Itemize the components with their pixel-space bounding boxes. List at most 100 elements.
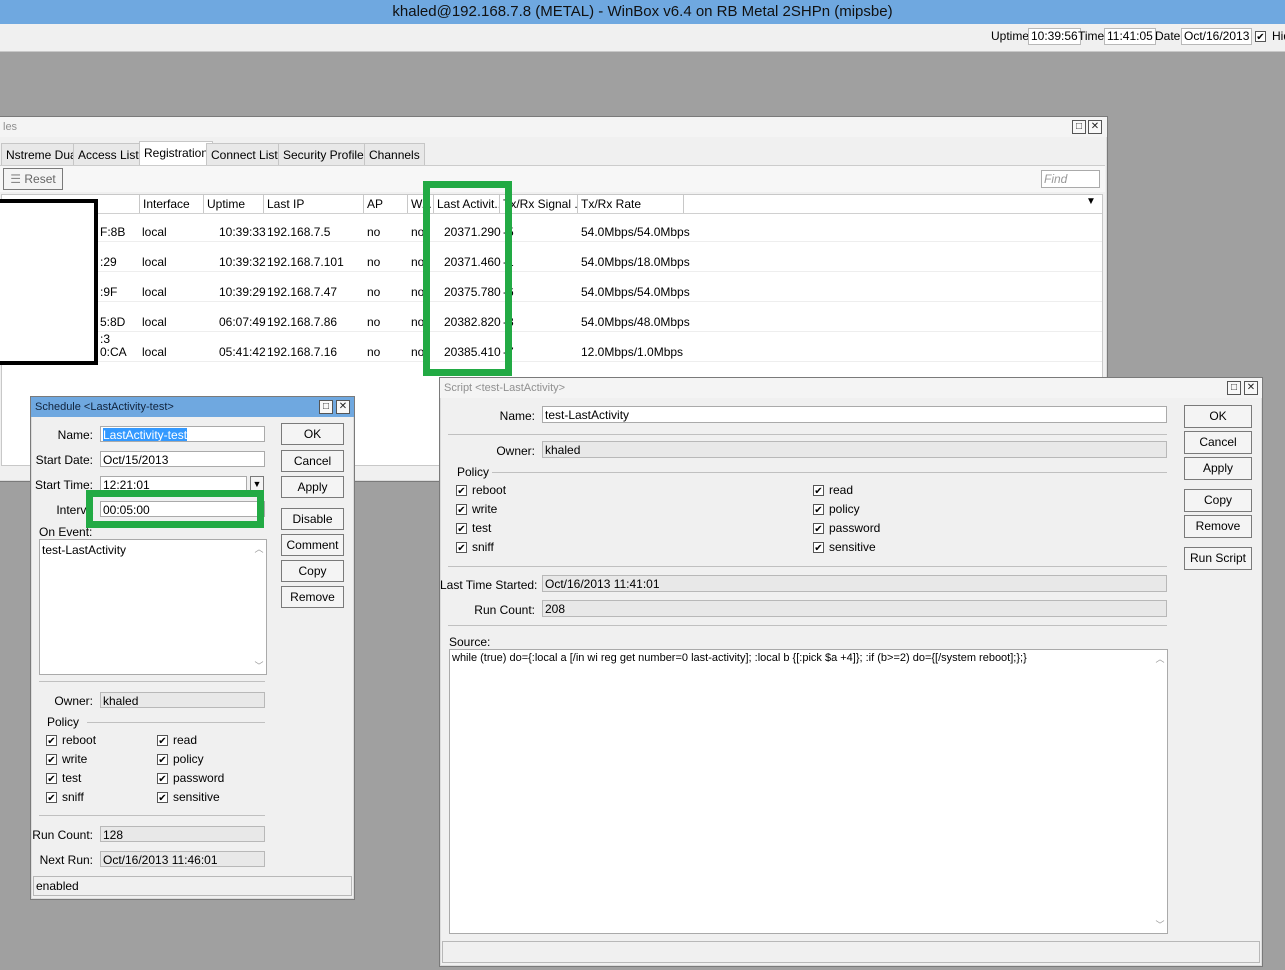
test-checkbox[interactable]: ✔	[46, 773, 57, 785]
cell-ap: no	[367, 255, 381, 269]
test-label: test	[472, 521, 492, 535]
scroll-down-icon[interactable]: ﹀	[254, 659, 264, 672]
maximize-icon[interactable]: □	[1072, 120, 1086, 134]
sniff-label: sniff	[472, 540, 494, 554]
table-row[interactable]: 0:CA local 05:41:42 192.168.7.16 no no 2…	[2, 345, 1102, 362]
divider	[39, 681, 265, 682]
copy-button[interactable]: Copy	[281, 560, 344, 582]
sensitive-checkbox[interactable]: ✔	[813, 542, 824, 554]
write-checkbox[interactable]: ✔	[456, 504, 467, 516]
table-header: MAC Add... Interface Uptime Last IP AP W…	[2, 195, 1102, 214]
cancel-button[interactable]: Cancel	[1184, 431, 1252, 454]
wireless-window-title: les	[0, 117, 1107, 137]
policy-checkbox[interactable]: ✔	[157, 754, 168, 766]
on-event-textarea[interactable]: test-LastActivity ︿ ﹀	[39, 539, 267, 675]
divider	[448, 434, 1167, 435]
name-field[interactable]: test-LastActivity	[542, 406, 1167, 423]
scroll-up-icon[interactable]: ︿	[254, 542, 264, 555]
divider	[448, 625, 1167, 626]
last-started-field: Oct/16/2013 11:41:01	[542, 575, 1167, 592]
source-textarea[interactable]: while (true) do={:local a [/in wi reg ge…	[449, 649, 1168, 934]
cell-mac: F:8B	[100, 225, 126, 239]
uptime-value: 10:39:56	[1028, 28, 1081, 45]
sniff-checkbox[interactable]: ✔	[46, 792, 57, 804]
table-row[interactable]: 5:8D local 06:07:49 192.168.7.86 no no 2…	[2, 315, 1102, 332]
col-rate[interactable]: Tx/Rx Rate	[578, 195, 684, 213]
tab-channels[interactable]: Channels	[364, 143, 425, 166]
schedule-status: enabled	[36, 879, 79, 893]
reboot-checkbox[interactable]: ✔	[46, 735, 57, 747]
read-label: read	[829, 483, 854, 497]
maximize-icon[interactable]: □	[1227, 381, 1241, 395]
owner-label: Owner:	[54, 694, 93, 708]
hide-checkbox[interactable]: ✔	[1255, 31, 1266, 43]
reboot-checkbox[interactable]: ✔	[456, 485, 467, 497]
password-checkbox[interactable]: ✔	[157, 773, 168, 785]
reset-button[interactable]: ☰ Reset	[3, 168, 63, 190]
tab-access-list[interactable]: Access List	[73, 143, 144, 166]
time-value: 11:41:05	[1104, 28, 1156, 45]
read-checkbox[interactable]: ✔	[813, 485, 824, 497]
close-icon[interactable]: ✕	[336, 400, 350, 414]
cell-uptime: 10:39:29	[219, 285, 266, 299]
scroll-down-icon[interactable]: ﹀	[1155, 918, 1165, 931]
columns-dropdown-icon[interactable]: ▼	[1086, 196, 1096, 207]
comment-button[interactable]: Comment	[281, 534, 344, 556]
remove-button[interactable]: Remove	[1184, 515, 1252, 538]
policy-checkbox[interactable]: ✔	[813, 504, 824, 516]
write-label: write	[62, 752, 88, 766]
apply-button[interactable]: Apply	[1184, 457, 1252, 480]
start-date-field[interactable]: Oct/15/2013	[100, 451, 265, 467]
cell-last-ip: 192.168.7.86	[267, 315, 338, 329]
cell-interface: local	[142, 255, 167, 269]
maximize-icon[interactable]: □	[319, 400, 333, 414]
remove-button[interactable]: Remove	[281, 586, 344, 608]
run-script-button[interactable]: Run Script	[1184, 547, 1252, 570]
tab-registration[interactable]: Registration	[139, 141, 214, 166]
ok-button[interactable]: OK	[281, 423, 344, 445]
status-bar	[442, 941, 1260, 963]
close-icon[interactable]: ✕	[1244, 381, 1258, 395]
apply-button[interactable]: Apply	[281, 476, 344, 498]
last-started-label: Last Time Started:	[440, 578, 538, 592]
cancel-button[interactable]: Cancel	[281, 450, 344, 472]
cell-last-ip: 192.168.7.101	[267, 255, 344, 269]
tab-security-profiles[interactable]: Security Profiles	[278, 143, 375, 166]
cell-last-ip: 192.168.7.5	[267, 225, 331, 239]
table-row[interactable]: F:8B local 10:39:33 192.168.7.5 no no 20…	[2, 225, 1102, 242]
copy-button[interactable]: Copy	[1184, 489, 1252, 512]
find-input[interactable]: Find	[1041, 170, 1100, 188]
owner-label: Owner:	[496, 444, 535, 458]
table-row[interactable]: :29 local 10:39:32 192.168.7.101 no no 2…	[2, 255, 1102, 272]
col-uptime[interactable]: Uptime	[204, 195, 264, 213]
table-row[interactable]: :9F local 10:39:29 192.168.7.47 no no 20…	[2, 285, 1102, 302]
test-checkbox[interactable]: ✔	[456, 523, 467, 535]
write-checkbox[interactable]: ✔	[46, 754, 57, 766]
read-checkbox[interactable]: ✔	[157, 735, 168, 747]
policy-label-right: policy	[829, 502, 860, 516]
redaction-box	[0, 199, 98, 365]
status-bar: enabled	[33, 876, 352, 896]
col-ap[interactable]: AP	[364, 195, 408, 213]
tab-connect-list[interactable]: Connect List	[206, 143, 283, 166]
name-field[interactable]: LastActivity-test	[100, 426, 265, 442]
ok-button[interactable]: OK	[1184, 405, 1252, 428]
sniff-checkbox[interactable]: ✔	[456, 542, 467, 554]
sensitive-label: sensitive	[173, 790, 220, 804]
cell-rate: 54.0Mbps/48.0Mbps	[581, 315, 690, 329]
password-checkbox[interactable]: ✔	[813, 523, 824, 535]
scroll-up-icon[interactable]: ︿	[1155, 652, 1165, 665]
cell-mac: 0:CA	[100, 345, 127, 359]
run-count-field: 128	[100, 826, 265, 842]
schedule-window-title: Schedule <LastActivity-test>	[31, 397, 354, 417]
cell-ap: no	[367, 345, 381, 359]
name-field-value: LastActivity-test	[103, 428, 188, 442]
sensitive-checkbox[interactable]: ✔	[157, 792, 168, 804]
col-last-ip[interactable]: Last IP	[264, 195, 364, 213]
disable-button[interactable]: Disable	[281, 508, 344, 530]
col-interface[interactable]: Interface	[140, 195, 204, 213]
app-title: khaled@192.168.7.8 (METAL) - WinBox v6.4…	[0, 0, 1285, 24]
cell-mac: 5:8D	[100, 315, 126, 329]
close-icon[interactable]: ✕	[1088, 120, 1102, 134]
tab-nstreme-dual[interactable]: Nstreme Dual	[1, 143, 85, 166]
